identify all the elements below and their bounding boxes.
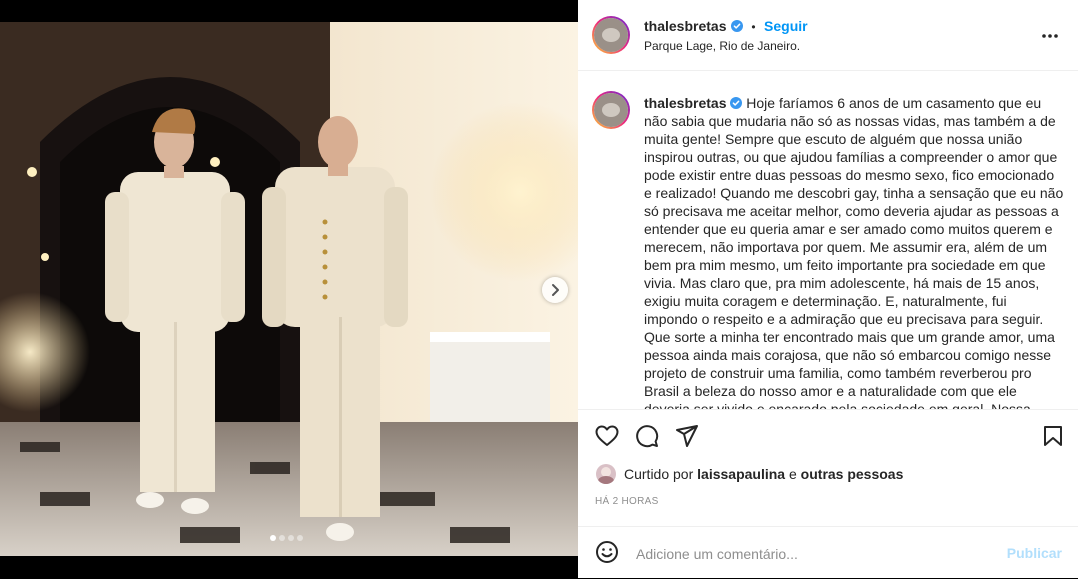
carousel-dot xyxy=(279,535,285,541)
post-location[interactable]: Parque Lage, Rio de Janeiro. xyxy=(644,39,800,53)
post-header: thalesbretas • Seguir Parque Lage, Rio d… xyxy=(578,0,1078,71)
chevron-right-icon xyxy=(552,284,559,296)
caption-username[interactable]: thalesbretas xyxy=(644,95,726,111)
heart-icon[interactable] xyxy=(595,425,619,447)
carousel-dot-active xyxy=(270,535,276,541)
carousel-dot xyxy=(297,535,303,541)
likes-prefix: Curtido por xyxy=(624,466,694,482)
caption-text: Hoje faríamos 6 anos de um casamento que… xyxy=(644,95,1064,410)
likes-others-link[interactable]: outras pessoas xyxy=(801,466,904,482)
carousel-dot xyxy=(288,535,294,541)
likes-summary: Curtido por laissapaulina e outras pesso… xyxy=(596,464,1066,488)
more-options-icon[interactable] xyxy=(1041,33,1059,39)
comment-input[interactable] xyxy=(634,541,998,567)
liker-username[interactable]: laissapaulina xyxy=(697,466,785,482)
post-image[interactable] xyxy=(0,22,578,556)
wedding-photo xyxy=(0,22,578,556)
liker-avatar[interactable] xyxy=(596,464,616,484)
post-timestamp[interactable]: HÁ 2 HORAS xyxy=(595,496,659,507)
caption-avatar[interactable] xyxy=(592,91,630,129)
likes-connector: e xyxy=(788,466,797,482)
verified-badge-icon xyxy=(730,20,743,32)
emoji-icon[interactable] xyxy=(595,540,619,564)
post-details-panel: thalesbretas • Seguir Parque Lage, Rio d… xyxy=(578,0,1078,578)
separator-dot: • xyxy=(751,20,756,34)
verified-badge-icon xyxy=(730,97,743,109)
publish-button[interactable]: Publicar xyxy=(1007,545,1062,561)
username[interactable]: thalesbretas xyxy=(644,18,726,34)
action-bar xyxy=(578,410,1078,462)
carousel-next-button[interactable] xyxy=(542,277,568,303)
bookmark-icon[interactable] xyxy=(1043,425,1063,447)
comment-form: Publicar xyxy=(578,526,1078,579)
follow-button[interactable]: Seguir xyxy=(764,18,808,34)
share-icon[interactable] xyxy=(675,424,699,448)
comment-icon[interactable] xyxy=(635,424,659,448)
caption-text-block: thalesbretas Hoje faríamos 6 anos de um … xyxy=(644,94,1064,410)
caption-section[interactable]: thalesbretas Hoje faríamos 6 anos de um … xyxy=(578,71,1078,410)
avatar[interactable] xyxy=(592,16,630,54)
